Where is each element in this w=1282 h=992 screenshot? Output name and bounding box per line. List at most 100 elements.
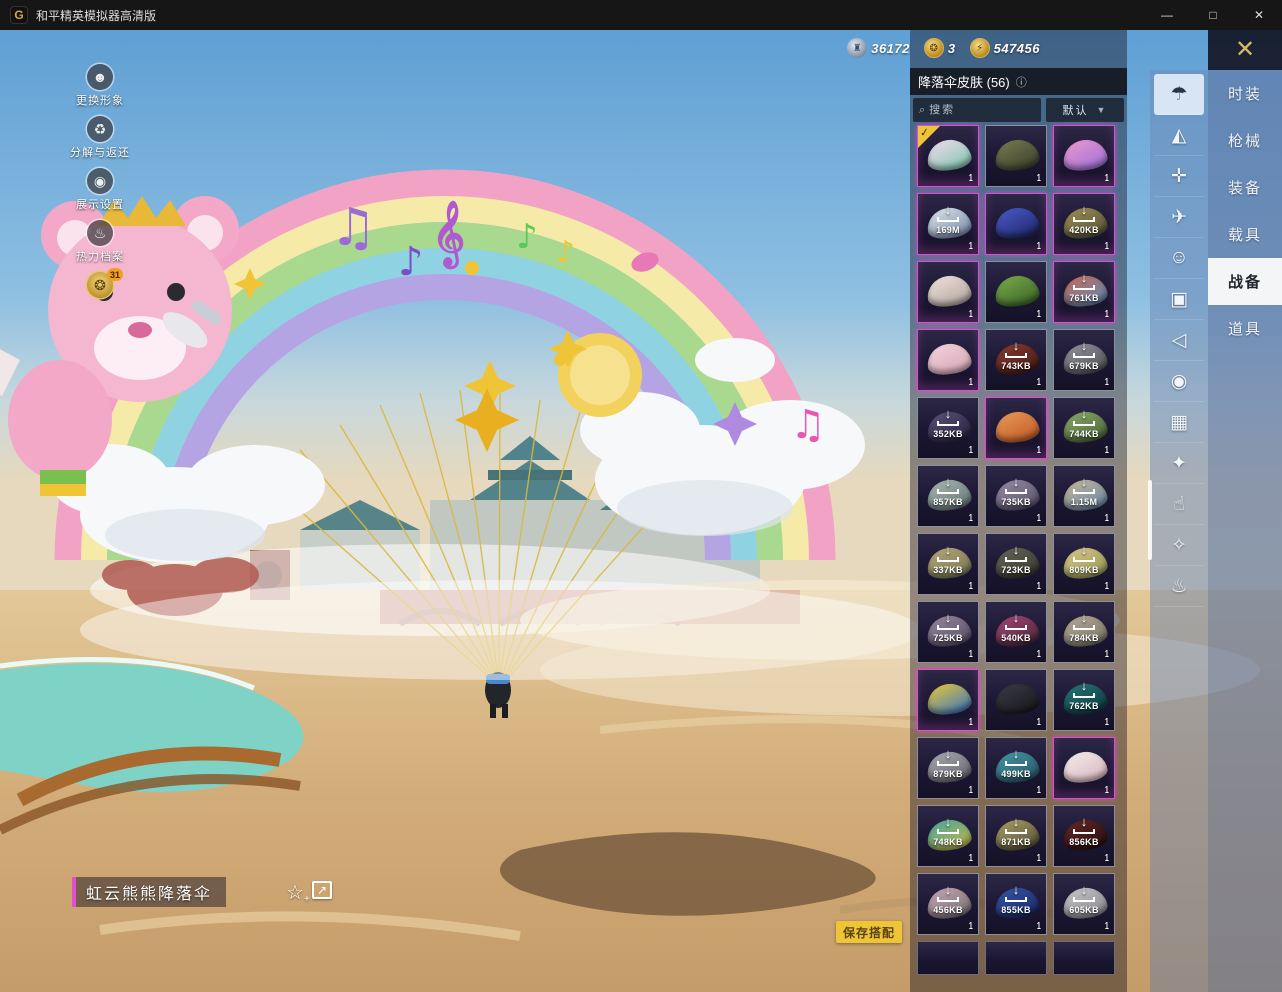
skin-grid-item[interactable]: ↓337KB1 [917, 533, 979, 595]
search-input[interactable] [929, 104, 1009, 116]
glider-icon[interactable]: ◭ [1154, 115, 1204, 156]
skin-grid-item[interactable]: ↓857KB1 [917, 465, 979, 527]
skin-grid-item-partial[interactable] [917, 941, 979, 975]
skin-grid-item[interactable]: ↓605KB1 [1053, 873, 1115, 935]
skin-grid-item[interactable]: 1 [917, 329, 979, 391]
skin-grid-item[interactable]: ↓871KB1 [985, 805, 1047, 867]
skin-grid-item-partial[interactable] [985, 941, 1047, 975]
tab-fashion[interactable]: 时装 [1208, 70, 1282, 117]
skin-grid-item[interactable]: 1 [985, 193, 1047, 255]
picture-icon[interactable]: ▦ [1154, 402, 1204, 443]
share-button[interactable]: ↗ [312, 881, 332, 899]
save-outfit-button[interactable]: 保存搭配 [836, 921, 902, 943]
download-arrow-icon: ↓ [945, 612, 952, 624]
window-close-button[interactable]: ✕ [1236, 0, 1282, 30]
left-menu: ☻更换形象 ♻分解与返还 ◉展示设置 ♨热力档案 ❂31 [60, 64, 140, 298]
avatar-frame-icon[interactable]: ◉ [1154, 361, 1204, 402]
parachute-thumbnail [993, 205, 1041, 241]
skin-grid-item[interactable]: 1 [917, 669, 979, 731]
skin-grid-item[interactable]: ↓856KB1 [1053, 805, 1115, 867]
skin-grid-item[interactable]: ↓723KB1 [985, 533, 1047, 595]
download-indicator: ↓744KB [1054, 408, 1114, 439]
star-icon: ☆ [286, 882, 304, 904]
skin-grid-item[interactable]: 1 [985, 125, 1047, 187]
skin-grid-item[interactable]: ↓809KB1 [1053, 533, 1115, 595]
download-arrow-icon: ↓ [945, 748, 952, 760]
minimize-button[interactable]: — [1144, 0, 1190, 30]
left-menu-item-display-settings[interactable]: ◉展示设置 [76, 168, 124, 212]
currency-silver-coin[interactable]: ♜36172 [847, 38, 910, 58]
item-count-badge: 1 [1105, 785, 1109, 796]
skin-grid-item[interactable]: ↓169M1 [917, 193, 979, 255]
tab-items[interactable]: 道具 [1208, 305, 1282, 352]
maximize-button[interactable]: □ [1190, 0, 1236, 30]
skin-grid-item[interactable]: ↓352KB1 [917, 397, 979, 459]
skin-grid-item[interactable]: ↓456KB1 [917, 873, 979, 935]
currency-voucher-coin[interactable]: ⚡547456 [970, 38, 1040, 58]
skin-grid-item[interactable]: ↓735KB1 [985, 465, 1047, 527]
skin-grid-item[interactable]: ↓679KB1 [1053, 329, 1115, 391]
skin-grid-item[interactable]: ↓420KB1 [1053, 193, 1115, 255]
skin-grid-item[interactable]: ↓744KB1 [1053, 397, 1115, 459]
wand-icon[interactable]: ✧ [1154, 525, 1204, 566]
skin-grid-item[interactable]: 1 [985, 397, 1047, 459]
info-icon[interactable]: ⓘ [1016, 74, 1027, 90]
gesture-icon[interactable]: ☝ [1154, 484, 1204, 525]
tab-vehicles[interactable]: 载具 [1208, 211, 1282, 258]
skin-grid-item[interactable]: 1 [1053, 125, 1115, 187]
favorite-button[interactable]: ☆+ [286, 880, 310, 905]
skin-grid-item[interactable]: ↓1.15M1 [1053, 465, 1115, 527]
parachute-icon[interactable]: ☂ [1154, 74, 1204, 115]
download-size-label: 855KB [1001, 905, 1031, 915]
skin-grid-item[interactable]: ↓499KB1 [985, 737, 1047, 799]
download-size-label: 420KB [1069, 225, 1099, 235]
plane-icon[interactable]: ✈ [1154, 197, 1204, 238]
emote-icon[interactable]: ☺ [1154, 238, 1204, 279]
helicopter-icon[interactable]: ✛ [1154, 156, 1204, 197]
left-menu-label: 展示设置 [76, 196, 124, 212]
search-box[interactable]: ⌕ [913, 98, 1041, 122]
sort-dropdown[interactable]: 默认 ▼ [1046, 98, 1124, 122]
window-controls: — □ ✕ [1144, 0, 1282, 30]
skin-grid-item[interactable]: ↓762KB1 [1053, 669, 1115, 731]
currency-gold-coin[interactable]: ❂3 [924, 38, 956, 58]
download-arrow-icon: ↓ [1013, 884, 1020, 896]
skin-grid-item[interactable]: ↓725KB1 [917, 601, 979, 663]
download-tray-icon [937, 217, 959, 222]
voice-icon[interactable]: ◁ [1154, 320, 1204, 361]
download-tray-icon [1073, 897, 1095, 902]
panel-title: 降落伞皮肤 (56) [918, 72, 1010, 91]
item-count-badge: 1 [969, 717, 973, 728]
download-indicator: ↓679KB [1054, 340, 1114, 371]
skin-grid-item[interactable]: 1 [1053, 737, 1115, 799]
skin-grid-item[interactable]: ↓879KB1 [917, 737, 979, 799]
skin-grid-item[interactable]: 1 [917, 261, 979, 323]
backpack-icon[interactable]: ▣ [1154, 279, 1204, 320]
skin-grid-item[interactable]: ↓761KB1 [1053, 261, 1115, 323]
left-menu-item-decompose-return[interactable]: ♻分解与返还 [70, 116, 130, 160]
skin-grid-item[interactable]: ✓1 [917, 125, 979, 187]
download-arrow-icon: ↓ [1081, 612, 1088, 624]
download-indicator: ↓420KB [1054, 204, 1114, 235]
spray-icon[interactable]: ✦ [1154, 443, 1204, 484]
left-menu-item-heat-profile[interactable]: ♨热力档案 [76, 220, 124, 264]
skin-grid-item[interactable]: ↓540KB1 [985, 601, 1047, 663]
chicken-dinner-icon[interactable]: ♨ [1154, 566, 1204, 607]
tab-equipment[interactable]: 装备 [1208, 164, 1282, 211]
skin-grid-item[interactable]: ↓743KB1 [985, 329, 1047, 391]
skin-grid-item-partial[interactable] [1053, 941, 1115, 975]
grid-scrollbar[interactable] [1148, 480, 1152, 560]
left-menu-item-change-appearance[interactable]: ☻更换形象 [76, 64, 124, 108]
tab-weapons[interactable]: 枪械 [1208, 117, 1282, 164]
tab-gear[interactable]: 战备 [1208, 258, 1282, 305]
skin-grid-item[interactable]: 1 [985, 261, 1047, 323]
heat-profile-icon: ♨ [87, 220, 113, 246]
skin-grid-item[interactable]: 1 [985, 669, 1047, 731]
skin-grid-item[interactable]: ↓784KB1 [1053, 601, 1115, 663]
skin-grid-item[interactable]: ↓748KB1 [917, 805, 979, 867]
left-menu-item-medal-rank[interactable]: ❂31 [87, 272, 113, 298]
download-arrow-icon: ↓ [945, 476, 952, 488]
skin-grid-item[interactable]: ↓855KB1 [985, 873, 1047, 935]
close-button[interactable]: ✕ [1208, 30, 1282, 70]
item-count-badge: 1 [1037, 445, 1041, 456]
